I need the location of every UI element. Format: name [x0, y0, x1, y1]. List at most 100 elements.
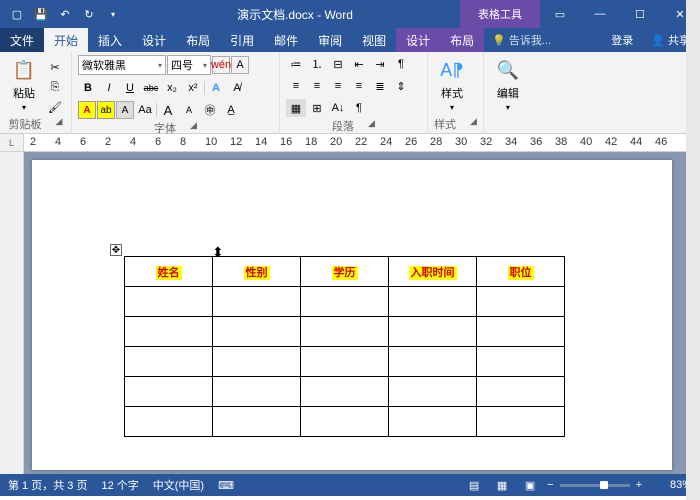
ruler-corner[interactable]: L — [0, 134, 24, 151]
table-header-cell[interactable]: 性别 — [213, 257, 301, 287]
shading-button[interactable]: ▦ — [286, 99, 306, 117]
document-page[interactable]: ✥ ⬍ 姓名性别学历入职时间职位 — [32, 160, 672, 470]
table-move-handle-icon[interactable]: ✥ — [110, 244, 122, 256]
phonetic-guide-button[interactable]: wén — [212, 56, 230, 74]
zoom-slider[interactable] — [560, 484, 630, 487]
table-cell[interactable] — [213, 287, 301, 317]
ltr-button[interactable]: ¶ — [391, 55, 411, 73]
read-mode-icon[interactable]: ▤ — [463, 476, 485, 494]
table-cell[interactable] — [213, 317, 301, 347]
table-cell[interactable] — [213, 377, 301, 407]
language[interactable]: 中文(中国) — [153, 477, 204, 493]
web-layout-icon[interactable]: ▣ — [519, 476, 541, 494]
qat-more-icon[interactable]: ▾ — [102, 3, 124, 25]
paste-button[interactable]: 📋 粘贴 ▾ — [6, 54, 42, 116]
font-size-combo[interactable]: 四号▾ — [167, 55, 211, 75]
copy-icon[interactable]: ⎘ — [45, 78, 65, 96]
paragraph-launcher-icon[interactable]: ◢ — [368, 118, 375, 134]
superscript-button[interactable]: x² — [183, 79, 203, 97]
document-table[interactable]: 姓名性别学历入职时间职位 — [124, 256, 565, 437]
table-cell[interactable] — [389, 347, 477, 377]
table-header-cell[interactable]: 学历 — [301, 257, 389, 287]
sort-button[interactable]: A↓ — [328, 99, 348, 117]
align-center-button[interactable]: ≡ — [307, 77, 327, 95]
align-left-button[interactable]: ≡ — [286, 77, 306, 95]
save-icon[interactable]: 💾 — [30, 3, 52, 25]
table-cell[interactable] — [301, 347, 389, 377]
maximize-icon[interactable]: ☐ — [620, 0, 660, 28]
table-cell[interactable] — [125, 317, 213, 347]
shrink-font-button[interactable]: A — [179, 101, 199, 119]
table-cell[interactable] — [125, 287, 213, 317]
multilevel-button[interactable]: ⊟ — [328, 55, 348, 73]
tab-home[interactable]: 开始 — [44, 28, 88, 52]
table-cell[interactable] — [125, 377, 213, 407]
zoom-in-icon[interactable]: + — [636, 479, 642, 491]
tab-file[interactable]: 文件 — [0, 28, 44, 52]
tab-table-layout[interactable]: 布局 — [440, 28, 484, 52]
table-cell[interactable] — [477, 347, 565, 377]
char-shading-button[interactable]: A — [116, 101, 134, 119]
bold-button[interactable]: B — [78, 79, 98, 97]
grow-font-button[interactable]: A — [158, 101, 178, 119]
font-name-combo[interactable]: 微软雅黑▾ — [78, 55, 166, 75]
cut-icon[interactable]: ✂ — [45, 58, 65, 76]
tab-layout[interactable]: 布局 — [176, 28, 220, 52]
borders-button[interactable]: ⊞ — [307, 99, 327, 117]
strike-button[interactable]: abc — [141, 79, 161, 97]
zoom-out-icon[interactable]: − — [547, 479, 553, 491]
editing-button[interactable]: 🔍 编辑 ▾ — [490, 54, 526, 116]
numbering-button[interactable]: ⒈ — [307, 55, 327, 73]
clear-format-button[interactable]: A̸ — [227, 79, 247, 97]
word-count[interactable]: 12 个字 — [101, 477, 138, 493]
increase-indent-button[interactable]: ⇥ — [370, 55, 390, 73]
change-case-button[interactable]: Aa — [135, 101, 155, 119]
word-icon[interactable]: ▢ — [6, 3, 28, 25]
horizontal-ruler[interactable]: L 24624681012141618202224262830323436384… — [0, 134, 700, 152]
highlight-button[interactable]: ab — [97, 101, 115, 119]
table-cell[interactable] — [301, 407, 389, 437]
table-cell[interactable] — [389, 317, 477, 347]
tab-mailings[interactable]: 邮件 — [264, 28, 308, 52]
styles-launcher-icon[interactable]: ◢ — [470, 116, 477, 132]
justify-button[interactable]: ≡ — [349, 77, 369, 95]
subscript-button[interactable]: x₂ — [162, 79, 182, 97]
vertical-scrollbar[interactable] — [686, 0, 700, 500]
clipboard-launcher-icon[interactable]: ◢ — [56, 116, 63, 132]
tab-insert[interactable]: 插入 — [88, 28, 132, 52]
italic-button[interactable]: I — [99, 79, 119, 97]
table-cell[interactable] — [125, 347, 213, 377]
table-cell[interactable] — [213, 347, 301, 377]
page-count[interactable]: 第 1 页，共 3 页 — [8, 477, 87, 493]
undo-icon[interactable]: ↶ — [54, 3, 76, 25]
tab-view[interactable]: 视图 — [352, 28, 396, 52]
minimize-icon[interactable]: — — [580, 0, 620, 28]
align-right-button[interactable]: ≡ — [328, 77, 348, 95]
table-cell[interactable] — [389, 287, 477, 317]
text-effects-button[interactable]: A — [206, 79, 226, 97]
format-painter-icon[interactable]: 🖌 — [45, 98, 65, 116]
table-header-cell[interactable]: 入职时间 — [389, 257, 477, 287]
char-border-button[interactable]: A — [231, 56, 249, 74]
distribute-button[interactable]: ≣ — [370, 77, 390, 95]
underline-button[interactable]: U — [120, 79, 140, 97]
table-cell[interactable] — [477, 407, 565, 437]
tab-references[interactable]: 引用 — [220, 28, 264, 52]
enclose-char-button[interactable]: ㊥ — [200, 101, 220, 119]
table-cell[interactable] — [213, 407, 301, 437]
char-scale-button[interactable]: A̲ — [221, 101, 241, 119]
tell-me[interactable]: 💡告诉我... — [492, 32, 551, 48]
font-color-button[interactable]: A — [78, 101, 96, 119]
table-cell[interactable] — [301, 287, 389, 317]
ribbon-options-icon[interactable]: ▭ — [540, 0, 580, 28]
table-header-cell[interactable]: 职位 — [477, 257, 565, 287]
tab-table-design[interactable]: 设计 — [396, 28, 440, 52]
vertical-ruler[interactable] — [0, 152, 24, 474]
login-button[interactable]: 登录 — [603, 32, 641, 48]
print-layout-icon[interactable]: ▦ — [491, 476, 513, 494]
styles-button[interactable]: A⁋ 样式 ▾ — [434, 54, 470, 116]
decrease-indent-button[interactable]: ⇤ — [349, 55, 369, 73]
bullets-button[interactable]: ≔ — [286, 55, 306, 73]
table-cell[interactable] — [389, 377, 477, 407]
table-cell[interactable] — [477, 377, 565, 407]
